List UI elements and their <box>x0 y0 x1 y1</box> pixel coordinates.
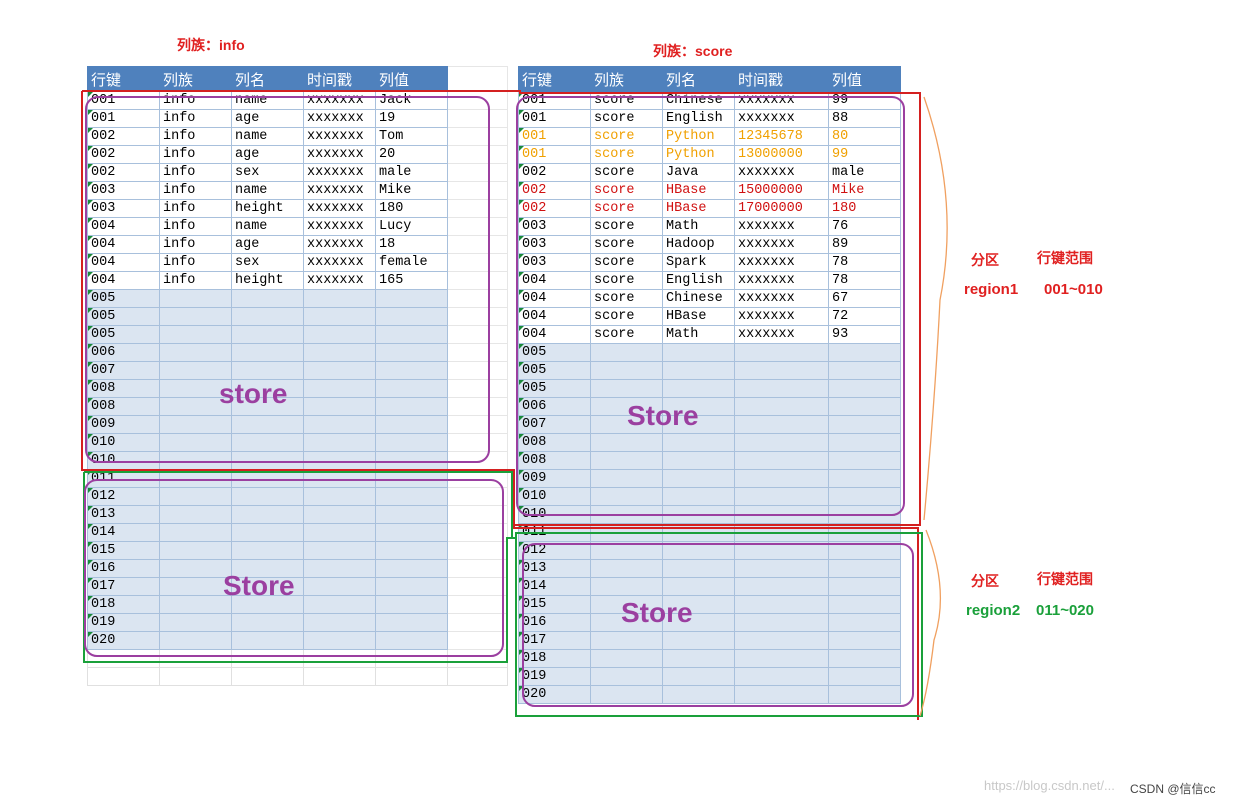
region2-name: region2 <box>966 602 1021 619</box>
region-outlines <box>81 90 948 720</box>
region1-name: region1 <box>964 281 1019 298</box>
watermark: https://blog.csdn.net/... <box>984 778 1115 793</box>
region2-range: 011~020 <box>1036 602 1094 619</box>
region1-range-label: 行键范围 <box>1037 250 1093 266</box>
region1-outline <box>81 90 921 526</box>
region2-range-label: 行键范围 <box>1037 571 1093 587</box>
store-label-right-top: Store <box>627 400 699 431</box>
store-outline-left-top <box>85 96 490 463</box>
region1-outline-lower <box>513 470 919 720</box>
region1-range: 001~010 <box>1044 281 1103 298</box>
region1-brace <box>923 96 948 521</box>
store-outline-right-top <box>516 96 905 516</box>
store-outline-right-bottom <box>522 543 914 707</box>
region1-partition-label: 分区 <box>971 252 999 268</box>
store-outline-left-bottom <box>84 479 504 657</box>
store-label-right-bottom: Store <box>621 597 693 628</box>
region2-brace <box>919 529 941 717</box>
region2-partition-label: 分区 <box>971 573 999 589</box>
store-label-left-bottom: Store <box>223 570 295 601</box>
store-label-left-top: store <box>219 378 288 409</box>
csdn-credit: CSDN @信信cc <box>1130 780 1216 797</box>
